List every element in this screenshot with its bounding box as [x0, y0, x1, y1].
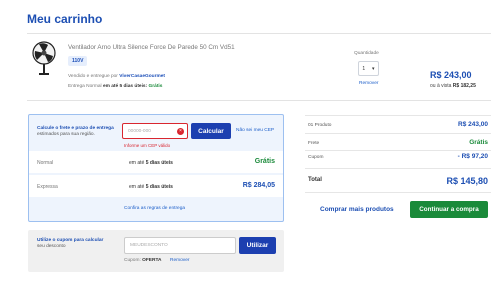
delivery-rules-link[interactable]: Confira as regras de entrega [124, 206, 185, 211]
total-value: R$ 145,80 [446, 176, 488, 186]
cep-error: Informe um CEP válido [124, 143, 171, 148]
option-time-value: 5 dias úteis [145, 184, 173, 190]
seller-info: Vendido e entregue por ViverCasaeGourmet [68, 74, 165, 79]
summary-value: - R$ 97,20 [457, 153, 488, 160]
seller-link[interactable]: ViverCasaeGourmet [119, 74, 165, 79]
coupon-title-text: Utilize o cupom para calcular [37, 238, 104, 243]
option-time-prefix: em até [129, 160, 145, 166]
option-price: Grátis [254, 158, 275, 165]
shipping-subtitle: estimados para sua região. [37, 132, 95, 137]
divider [305, 150, 491, 151]
remove-coupon-link[interactable]: Remover [170, 258, 189, 263]
price-cash: ou à vista R$ 182,25 [430, 83, 476, 89]
option-price: R$ 284,05 [242, 182, 275, 189]
delivery-type: Entrega Normal [68, 84, 102, 89]
coupon-code-prefix: Cupom: [124, 258, 141, 263]
summary-label: Cupom [308, 155, 324, 160]
shipping-option-express[interactable]: Expressa em até 5 dias úteis R$ 284,05 [29, 175, 283, 197]
divider [305, 133, 491, 134]
clear-icon[interactable]: × [177, 128, 184, 135]
option-name: Normal [37, 160, 54, 166]
fan-image [32, 41, 56, 75]
coupon-code: OFERTA [142, 258, 162, 263]
delivery-info: Entrega Normal em até 5 dias úteis: Grát… [68, 84, 162, 89]
seller-prefix: Vendido e entregue por [68, 74, 118, 79]
divider [305, 192, 491, 193]
quantity-value: 1 [362, 65, 366, 72]
summary-value: R$ 243,00 [458, 121, 488, 128]
chevron-down-icon: ▾ [372, 65, 375, 72]
coupon-subtitle: seu desconto [37, 244, 66, 249]
coupon-title: Utilize o cupom para calcular seu descon… [37, 238, 103, 250]
option-name: Expressa [37, 184, 58, 190]
shipping-title: Calcule o frete e prazo de entrega estim… [37, 126, 123, 138]
voltage-badge: 110V [68, 56, 88, 66]
summary-label: Frete [308, 141, 320, 146]
total-label: Total [308, 177, 322, 183]
delivery-time: em até 5 dias úteis: [102, 84, 148, 89]
divider [27, 100, 491, 101]
continue-shopping-link[interactable]: Comprar mais produtos [320, 206, 394, 213]
summary-value: Grátis [469, 139, 488, 146]
remove-product-link[interactable]: Remover [359, 81, 378, 86]
product-price: R$ 243,00 [430, 70, 472, 80]
price-cash-value: R$ 182,25 [452, 83, 476, 89]
dont-know-cep-link[interactable]: Não sei meu CEP [236, 128, 274, 133]
cep-input[interactable]: 00000-000 × [122, 123, 188, 139]
applied-coupon: Cupom: OFERTA [124, 258, 162, 263]
cep-placeholder: 00000-000 [128, 128, 151, 134]
divider [27, 33, 491, 34]
option-time: em até 5 dias úteis [129, 184, 173, 190]
option-time-prefix: em até [129, 184, 145, 190]
divider [305, 168, 491, 169]
divider [305, 115, 491, 116]
summary-label: 01 Produto [308, 123, 332, 128]
option-time: em até 5 dias úteis [129, 160, 173, 166]
product-name[interactable]: Ventilador Arno Ultra Silence Force De P… [68, 44, 235, 51]
coupon-input[interactable]: MEUDESCONTO [124, 237, 236, 254]
option-time-value: 5 dias úteis [145, 160, 173, 166]
apply-coupon-button[interactable]: Utilizar [239, 237, 276, 254]
page-title: Meu carrinho [27, 12, 103, 26]
quantity-label: Quantidade [354, 51, 379, 56]
price-cash-prefix: ou à vista [430, 83, 452, 89]
calculate-button[interactable]: Calcular [191, 123, 231, 139]
quantity-select[interactable]: 1 ▾ [358, 61, 379, 76]
shipping-title-text: Calcule o frete e prazo de entrega [37, 126, 114, 131]
delivery-cost: Grátis [148, 84, 163, 89]
shipping-option-normal[interactable]: Normal em até 5 dias úteis Grátis [29, 151, 283, 173]
checkout-button[interactable]: Continuar a compra [410, 201, 488, 218]
